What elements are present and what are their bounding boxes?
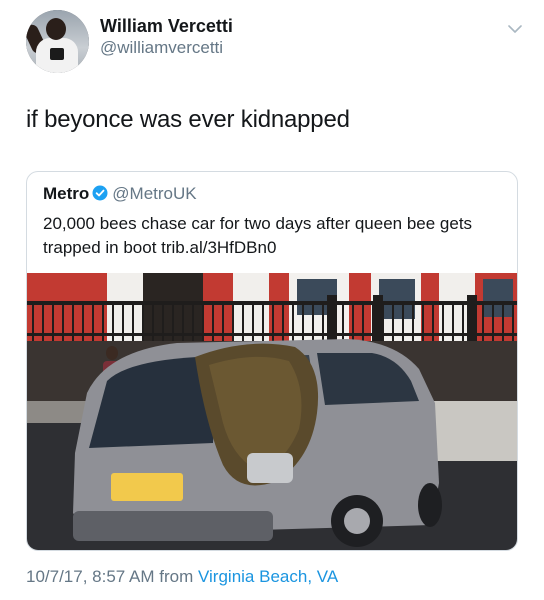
tweet-text: if beyonce was ever kidnapped (26, 106, 350, 133)
avatar-head (46, 18, 66, 40)
location-link[interactable]: Virginia Beach, VA (198, 567, 338, 586)
quoted-tweet-text: 20,000 bees chase car for two days after… (43, 214, 473, 257)
author-avatar[interactable] (26, 10, 89, 73)
quoted-handle[interactable]: @MetroUK (112, 184, 196, 203)
author-display-name[interactable]: William Vercetti (100, 16, 233, 37)
quoted-tweet-card[interactable]: Metro @MetroUK 20,000 bees chase car for… (26, 171, 518, 551)
author-handle[interactable]: @williamvercetti (100, 38, 223, 58)
avatar-shirt-print (50, 48, 64, 60)
verified-badge-icon (92, 185, 108, 201)
timestamp-text: 10/7/17, 8:57 AM from (26, 567, 194, 586)
quoted-tweet-header: Metro @MetroUK (43, 184, 197, 204)
tweet-timestamp: 10/7/17, 8:57 AM from Virginia Beach, VA (26, 567, 338, 587)
chevron-down-icon[interactable] (506, 20, 524, 38)
quoted-tweet-photo[interactable] (27, 273, 517, 550)
quoted-display-name[interactable]: Metro (43, 184, 89, 203)
